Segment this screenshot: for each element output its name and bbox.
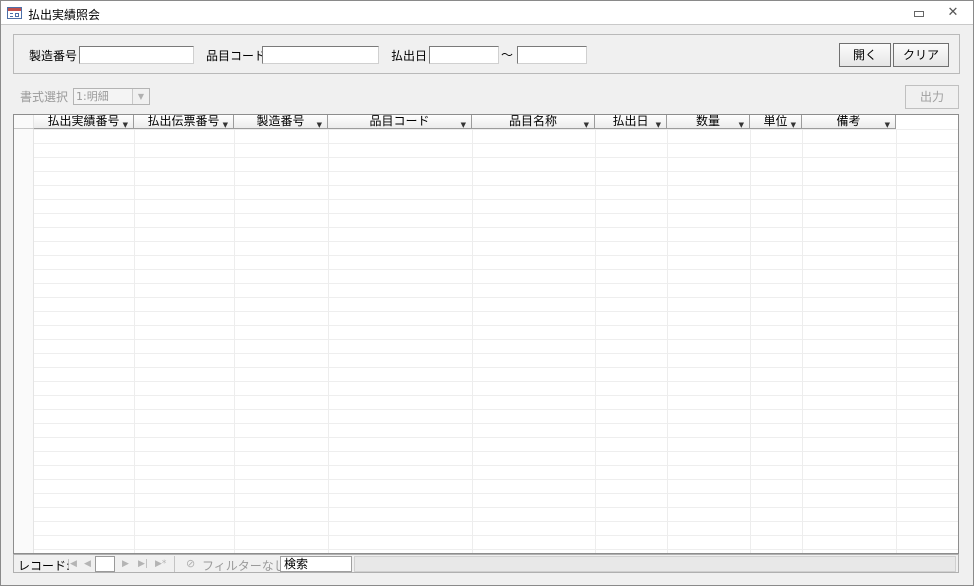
- range-separator: ～: [501, 48, 514, 62]
- sort-arrow-icon[interactable]: ▼: [461, 119, 466, 128]
- column-divider: [896, 129, 897, 553]
- close-icon: ✕: [947, 5, 959, 20]
- column-header-item-name[interactable]: 品目名称 ▼: [472, 115, 595, 129]
- new-record-icon[interactable]: ▶*: [155, 557, 166, 571]
- column-header-label: 製造番号: [256, 115, 305, 128]
- manufacture-no-label: 製造番号: [29, 49, 78, 63]
- current-record-input[interactable]: [95, 556, 115, 572]
- sort-arrow-icon[interactable]: ▼: [317, 119, 322, 128]
- sort-arrow-icon[interactable]: ▼: [656, 119, 661, 128]
- previous-record-icon[interactable]: ◀: [84, 557, 91, 571]
- format-select[interactable]: 1:明細 ▼: [73, 88, 150, 105]
- restore-icon: [914, 11, 924, 17]
- search-placeholder: 検索: [284, 557, 309, 571]
- record-label: レコード:: [18, 559, 71, 573]
- last-record-icon[interactable]: ▶|: [138, 557, 148, 571]
- column-header-payout-record-no[interactable]: 払出実績番号 ▼: [34, 115, 134, 129]
- divider: [174, 556, 175, 572]
- record-selector-column[interactable]: [14, 115, 34, 553]
- column-divider: [234, 129, 235, 553]
- select-all-corner[interactable]: [14, 115, 34, 129]
- date-to-input[interactable]: [517, 46, 587, 64]
- column-divider: [802, 129, 803, 553]
- column-header-label: 品目名称: [508, 115, 557, 128]
- sort-arrow-icon[interactable]: ▼: [885, 119, 890, 128]
- search-input[interactable]: 検索: [280, 556, 352, 572]
- filter-status[interactable]: フィルターなし: [202, 557, 286, 574]
- datasheet-grid[interactable]: 払出実績番号 ▼ 払出伝票番号 ▼ 製造番号 ▼ 品目コード ▼ 品目名称 ▼ …: [13, 114, 959, 554]
- sort-arrow-icon[interactable]: ▼: [584, 119, 589, 128]
- format-select-value: 1:明細: [76, 90, 109, 103]
- window-title: 払出実績照会: [28, 8, 101, 22]
- column-divider: [328, 129, 329, 553]
- first-record-icon[interactable]: |◀: [67, 557, 77, 571]
- column-header-label: 単位: [763, 115, 788, 128]
- column-header-label: 払出実績番号: [47, 115, 120, 128]
- column-divider: [750, 129, 751, 553]
- clear-button[interactable]: クリア: [893, 43, 949, 67]
- column-header-quantity[interactable]: 数量 ▼: [667, 115, 750, 129]
- restore-button[interactable]: [909, 5, 929, 21]
- format-select-label: 書式選択: [20, 90, 69, 104]
- column-header-label: 備考: [836, 115, 861, 128]
- chevron-down-icon[interactable]: ▼: [132, 89, 149, 104]
- column-header-unit[interactable]: 単位 ▼: [750, 115, 802, 129]
- date-from-input[interactable]: [429, 46, 499, 64]
- close-button[interactable]: ✕: [943, 5, 963, 21]
- column-divider: [595, 129, 596, 553]
- column-header-label: 品目コード: [369, 115, 430, 128]
- empty-rows: [34, 129, 958, 553]
- sort-arrow-icon[interactable]: ▼: [123, 119, 128, 128]
- horizontal-scrollbar[interactable]: [354, 556, 956, 572]
- item-code-label: 品目コード: [206, 49, 267, 63]
- sort-arrow-icon[interactable]: ▼: [739, 119, 744, 128]
- title-bar: 払出実績照会 ✕: [1, 1, 973, 25]
- column-divider: [472, 129, 473, 553]
- form-icon: [7, 7, 22, 19]
- column-header-remarks[interactable]: 備考 ▼: [802, 115, 896, 129]
- sort-arrow-icon[interactable]: ▼: [791, 119, 796, 128]
- window: 払出実績照会 ✕ 製造番号 品目コード 払出日 ～ 開く クリア 書式選択 1:…: [0, 0, 974, 586]
- output-button[interactable]: 出力: [905, 85, 959, 109]
- column-header-label: 払出伝票番号: [147, 115, 220, 128]
- column-header-label: 数量: [695, 115, 720, 128]
- record-navigation-bar: レコード: |◀ ◀ ▶ ▶| ▶* ⊘ フィルターなし 検索: [13, 554, 959, 573]
- column-divider: [667, 129, 668, 553]
- column-header-label: 払出日: [612, 115, 649, 128]
- column-header-payout-date[interactable]: 払出日 ▼: [595, 115, 667, 129]
- filter-off-icon[interactable]: ⊘: [186, 557, 195, 570]
- column-header-payout-slip-no[interactable]: 払出伝票番号 ▼: [134, 115, 234, 129]
- item-code-input[interactable]: [262, 46, 379, 64]
- payout-date-label: 払出日: [391, 49, 428, 63]
- column-divider: [134, 129, 135, 553]
- open-button[interactable]: 開く: [839, 43, 891, 67]
- manufacture-no-input[interactable]: [79, 46, 194, 64]
- column-header-manufacture-no[interactable]: 製造番号 ▼: [234, 115, 328, 129]
- filter-panel: 製造番号 品目コード 払出日 ～ 開く クリア: [13, 34, 960, 74]
- column-header-item-code[interactable]: 品目コード ▼: [328, 115, 472, 129]
- next-record-icon[interactable]: ▶: [122, 557, 129, 571]
- sort-arrow-icon[interactable]: ▼: [223, 119, 228, 128]
